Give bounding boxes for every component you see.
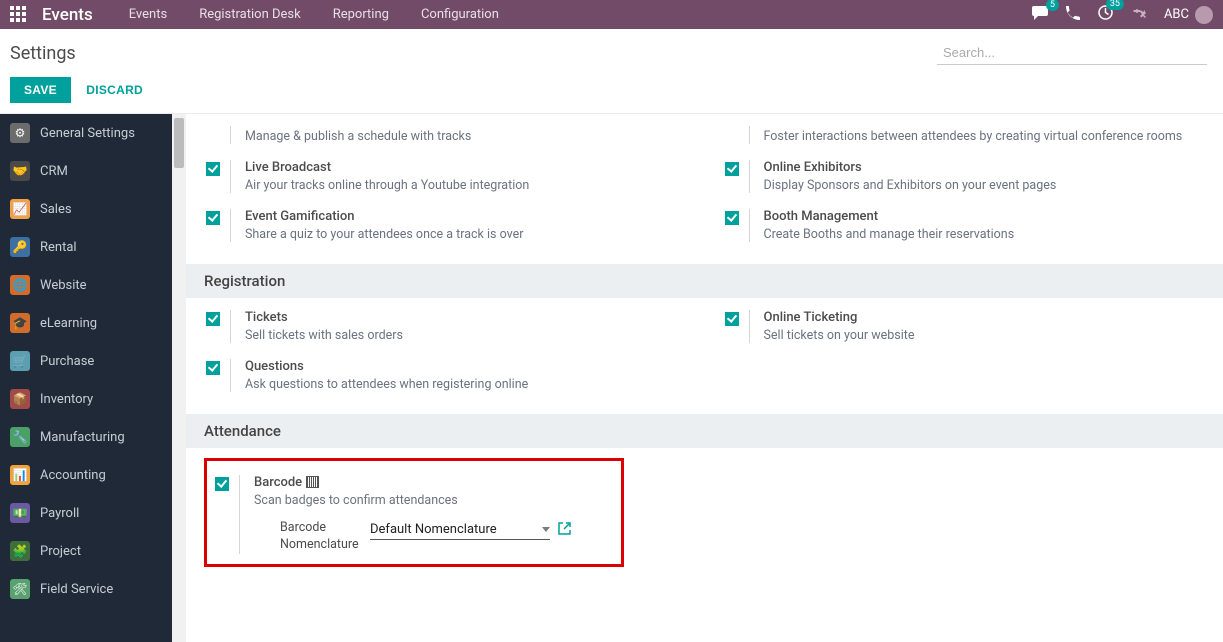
puzzle-icon: 🧩: [10, 541, 30, 561]
scrollbar[interactable]: [172, 114, 186, 642]
chart-icon: 📈: [10, 199, 30, 219]
avatar: [1195, 6, 1213, 24]
box-icon: 📦: [10, 389, 30, 409]
option-desc: Manage & publish a schedule with tracks: [245, 129, 471, 144]
top-navigation: Events Registration Desk Reporting Confi…: [115, 2, 1032, 27]
app-title: Events: [42, 5, 93, 25]
option-desc: Foster interactions between attendees by…: [764, 129, 1183, 144]
option-title: Online Exhibitors: [764, 160, 1057, 175]
sidebar-item-field-service[interactable]: 🛠 Field Service: [0, 570, 172, 608]
checkbox-booth-management[interactable]: [725, 211, 739, 225]
option-title: Barcode: [254, 475, 571, 490]
option-desc: Air your tracks online through a Youtube…: [245, 178, 529, 193]
barcode-nomenclature-select[interactable]: Default Nomenclature: [370, 520, 550, 540]
sidebar-item-label: Sales: [40, 202, 72, 217]
tools-icon: 🛠: [10, 579, 30, 599]
graduation-icon: 🎓: [10, 313, 30, 333]
sidebar-item-rental[interactable]: 🔑 Rental: [0, 228, 172, 266]
messaging-badge: 5: [1046, 0, 1059, 11]
sidebar-item-elearning[interactable]: 🎓 eLearning: [0, 304, 172, 342]
activities-icon[interactable]: 35: [1098, 5, 1113, 24]
settings-content: Manage & publish a schedule with tracks …: [186, 114, 1223, 642]
page-title: Settings: [10, 43, 76, 64]
option-desc: Scan badges to confirm attendances: [254, 493, 571, 508]
option-desc: Display Sponsors and Exhibitors on your …: [764, 178, 1057, 193]
option-desc: Sell tickets on your website: [764, 328, 915, 343]
discard-button[interactable]: DISCARD: [86, 83, 143, 97]
option-desc: Sell tickets with sales orders: [245, 328, 403, 343]
checkbox-online-exhibitors[interactable]: [725, 162, 739, 176]
sidebar-item-label: Manufacturing: [40, 430, 125, 445]
option-title: Booth Management: [764, 209, 1015, 224]
section-attendance-header: Attendance: [186, 414, 1223, 448]
nav-registration-desk[interactable]: Registration Desk: [185, 2, 315, 27]
checkbox-tickets[interactable]: [206, 312, 220, 326]
option-title: Online Ticketing: [764, 310, 915, 325]
barcode-setting-highlight: Barcode Scan badges to confirm attendanc…: [204, 458, 624, 567]
option-desc: Share a quiz to your attendees once a tr…: [245, 227, 523, 242]
ledger-icon: 📊: [10, 465, 30, 485]
user-menu[interactable]: ABC: [1164, 6, 1213, 24]
option-title: Event Gamification: [245, 209, 523, 224]
section-registration-header: Registration: [186, 264, 1223, 298]
money-icon: 💵: [10, 503, 30, 523]
sidebar-item-crm[interactable]: 🤝 CRM: [0, 152, 172, 190]
option-title: Questions: [245, 359, 528, 374]
sidebar-item-accounting[interactable]: 📊 Accounting: [0, 456, 172, 494]
external-link-icon[interactable]: [558, 522, 571, 539]
chevron-down-icon: [542, 527, 550, 532]
sidebar-item-payroll[interactable]: 💵 Payroll: [0, 494, 172, 532]
debug-icon[interactable]: [1131, 5, 1146, 24]
apps-launcher-icon[interactable]: [10, 6, 28, 24]
barcode-nomenclature-label: Barcode Nomenclature: [280, 520, 360, 554]
sidebar-item-label: Purchase: [40, 354, 94, 369]
key-icon: 🔑: [10, 237, 30, 257]
checkbox-online-ticketing[interactable]: [725, 312, 739, 326]
messaging-icon[interactable]: 5: [1032, 6, 1048, 24]
barcode-icon: [306, 476, 319, 488]
sidebar-item-label: eLearning: [40, 316, 97, 331]
nav-events[interactable]: Events: [115, 2, 181, 27]
wrench-icon: 🔧: [10, 427, 30, 447]
sidebar-item-general-settings[interactable]: ⚙ General Settings: [0, 114, 172, 152]
option-desc: Create Booths and manage their reservati…: [764, 227, 1015, 242]
sidebar-item-label: Project: [40, 544, 81, 559]
sidebar-item-manufacturing[interactable]: 🔧 Manufacturing: [0, 418, 172, 456]
sidebar-item-purchase[interactable]: 🛒 Purchase: [0, 342, 172, 380]
user-name: ABC: [1164, 7, 1189, 22]
checkbox-live-broadcast[interactable]: [206, 162, 220, 176]
option-title: Tickets: [245, 310, 403, 325]
save-button[interactable]: SAVE: [10, 77, 71, 103]
settings-sidebar: ⚙ General Settings 🤝 CRM 📈 Sales 🔑 Rental 🌐 W…: [0, 114, 172, 642]
handshake-icon: 🤝: [10, 161, 30, 181]
nav-configuration[interactable]: Configuration: [407, 2, 513, 27]
sidebar-item-inventory[interactable]: 📦 Inventory: [0, 380, 172, 418]
sidebar-item-label: Field Service: [40, 582, 113, 597]
checkbox-barcode[interactable]: [215, 477, 229, 491]
option-title: Live Broadcast: [245, 160, 529, 175]
sidebar-item-label: Payroll: [40, 506, 79, 521]
search-input[interactable]: [937, 41, 1207, 65]
activities-badge: 35: [1106, 0, 1124, 10]
sidebar-item-project[interactable]: 🧩 Project: [0, 532, 172, 570]
cart-icon: 🛒: [10, 351, 30, 371]
gear-icon: ⚙: [10, 123, 30, 143]
phone-icon[interactable]: [1066, 6, 1080, 24]
select-value: Default Nomenclature: [370, 522, 497, 537]
checkbox-event-gamification[interactable]: [206, 211, 220, 225]
sidebar-item-label: Website: [40, 278, 87, 293]
sidebar-item-sales[interactable]: 📈 Sales: [0, 190, 172, 228]
sidebar-item-label: Accounting: [40, 468, 106, 483]
option-desc: Ask questions to attendees when register…: [245, 377, 528, 392]
sidebar-item-label: Inventory: [40, 392, 93, 407]
sidebar-item-label: General Settings: [40, 126, 135, 141]
sidebar-item-label: Rental: [40, 240, 77, 255]
checkbox-questions[interactable]: [206, 361, 220, 375]
nav-reporting[interactable]: Reporting: [319, 2, 403, 27]
globe-icon: 🌐: [10, 275, 30, 295]
sidebar-item-label: CRM: [40, 164, 68, 179]
sidebar-item-website[interactable]: 🌐 Website: [0, 266, 172, 304]
